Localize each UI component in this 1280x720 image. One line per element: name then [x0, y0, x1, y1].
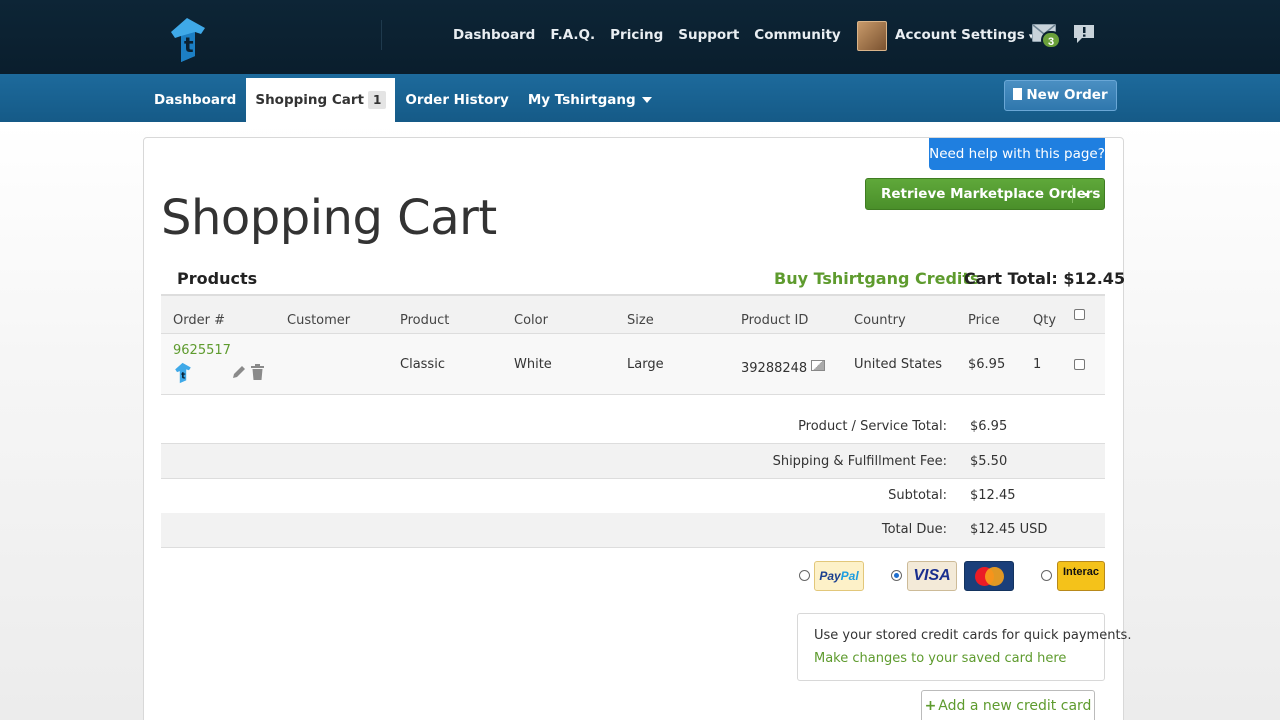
total-due-label: Total Due:: [881, 522, 947, 537]
saved-card-link[interactable]: Make changes to your saved card here: [814, 651, 1066, 666]
trash-icon[interactable]: [250, 364, 265, 380]
nav-pricing[interactable]: Pricing: [610, 27, 663, 43]
select-all-checkbox[interactable]: [1074, 309, 1085, 320]
country-cell: United States: [854, 357, 943, 372]
size-cell: Large: [627, 357, 664, 372]
stored-cards-box: [797, 613, 1105, 681]
retrieve-marketplace-orders-button[interactable]: Retrieve Marketplace Orders: [865, 178, 1105, 210]
tab-dashboard-label: Dashboard: [154, 92, 237, 108]
svg-text:t: t: [181, 371, 186, 382]
caret-down-icon: [641, 97, 652, 103]
add-credit-card-button[interactable]: + Add a new credit card: [921, 690, 1095, 720]
order-number-link[interactable]: 9625517: [173, 343, 231, 358]
tab-my-tshirtgang-label: My Tshirtgang: [527, 92, 636, 108]
tab-shopping-cart[interactable]: Shopping Cart 1: [246, 78, 396, 122]
tab-order-history-label: Order History: [405, 92, 509, 108]
col-customer: Customer: [287, 313, 351, 328]
split-divider: [1072, 185, 1073, 203]
tab-order-history[interactable]: Order History: [396, 78, 517, 122]
nav-dashboard[interactable]: Dashboard: [453, 27, 535, 43]
col-color: Color: [514, 313, 548, 328]
shipping-fee-value: $5.50: [970, 454, 1008, 469]
product-id-cell: 39288248: [741, 360, 826, 376]
notification-icon[interactable]: [1073, 23, 1095, 45]
page-title: Shopping Cart: [161, 190, 497, 246]
summary-row-shipping: [161, 444, 1105, 479]
edit-pencil-icon[interactable]: [231, 364, 247, 380]
paypal-radio[interactable]: [799, 570, 810, 581]
price-cell: $6.95: [968, 357, 1006, 372]
image-icon[interactable]: [811, 360, 826, 371]
dropdown-caret-icon[interactable]: [1083, 193, 1089, 197]
credit-card-radio[interactable]: [891, 570, 902, 581]
product-total-value: $6.95: [970, 419, 1008, 434]
interac-logo[interactable]: Interac: [1057, 561, 1105, 591]
color-cell: White: [514, 357, 552, 372]
cart-count-badge: 1: [368, 91, 387, 109]
nav-faq[interactable]: F.A.Q.: [550, 27, 595, 43]
cart-total: Cart Total: $12.45: [964, 269, 1126, 288]
add-card-label: Add a new credit card: [938, 698, 1092, 714]
account-settings-menu[interactable]: Account Settings ▾: [895, 27, 1033, 43]
summary-row-total-due: [161, 513, 1105, 548]
top-nav-links: Dashboard F.A.Q. Pricing Support Communi…: [453, 27, 856, 43]
plus-icon: +: [924, 698, 937, 714]
col-product-id: Product ID: [741, 313, 809, 328]
row-select-checkbox[interactable]: [1074, 359, 1085, 370]
col-qty: Qty: [1033, 313, 1057, 328]
paypal-text-pal: Pal: [840, 569, 859, 583]
tshirtgang-order-icon: t: [175, 362, 191, 384]
interac-radio[interactable]: [1041, 570, 1052, 581]
tshirtgang-logo-icon[interactable]: t: [165, 16, 211, 64]
summary-row-subtotal: [161, 479, 1105, 514]
retrieve-label: Retrieve Marketplace Orders: [881, 186, 1101, 202]
document-icon: [1013, 88, 1023, 100]
new-order-label: New Order: [1026, 87, 1108, 103]
col-product: Product: [400, 313, 450, 328]
product-id-value: 39288248: [741, 361, 808, 376]
account-settings-label: Account Settings: [895, 27, 1025, 43]
qty-cell: 1: [1033, 357, 1042, 372]
nav-support[interactable]: Support: [678, 27, 739, 43]
tab-dashboard[interactable]: Dashboard: [145, 78, 245, 122]
col-order: Order #: [173, 313, 225, 328]
tab-shopping-cart-label: Shopping Cart: [255, 92, 365, 108]
sub-nav-tabs: Dashboard Shopping Cart 1 Order History M…: [145, 78, 662, 122]
avatar[interactable]: [857, 21, 887, 51]
products-heading: Products: [177, 269, 258, 288]
buy-credits-link[interactable]: Buy Tshirtgang Credits: [774, 269, 980, 288]
product-total-label: Product / Service Total:: [798, 419, 947, 434]
paypal-text-pay: Pay: [819, 569, 841, 583]
subtotal-label: Subtotal:: [888, 488, 947, 503]
shipping-fee-label: Shipping & Fulfillment Fee:: [772, 454, 947, 469]
nav-divider: [381, 20, 382, 50]
col-price: Price: [968, 313, 1000, 328]
nav-community[interactable]: Community: [754, 27, 840, 43]
visa-logo[interactable]: VISA: [907, 561, 957, 591]
tab-my-tshirtgang[interactable]: My Tshirtgang: [519, 78, 661, 122]
paypal-logo[interactable]: PayPal: [814, 561, 864, 591]
help-button[interactable]: Need help with this page?: [929, 138, 1105, 170]
col-country: Country: [854, 313, 906, 328]
product-cell: Classic: [400, 357, 445, 372]
total-due-value: $12.45 USD: [970, 522, 1048, 537]
mastercard-orange-circle: [985, 567, 1004, 586]
summary-row-product-total: [161, 409, 1105, 444]
mastercard-logo[interactable]: [964, 561, 1014, 591]
svg-text:t: t: [184, 33, 194, 57]
new-order-button[interactable]: New Order: [1004, 80, 1117, 111]
col-size: Size: [627, 313, 654, 328]
subtotal-value: $12.45: [970, 488, 1016, 503]
stored-cards-text: Use your stored credit cards for quick p…: [814, 628, 1132, 643]
mail-count-badge: 3: [1041, 31, 1061, 49]
